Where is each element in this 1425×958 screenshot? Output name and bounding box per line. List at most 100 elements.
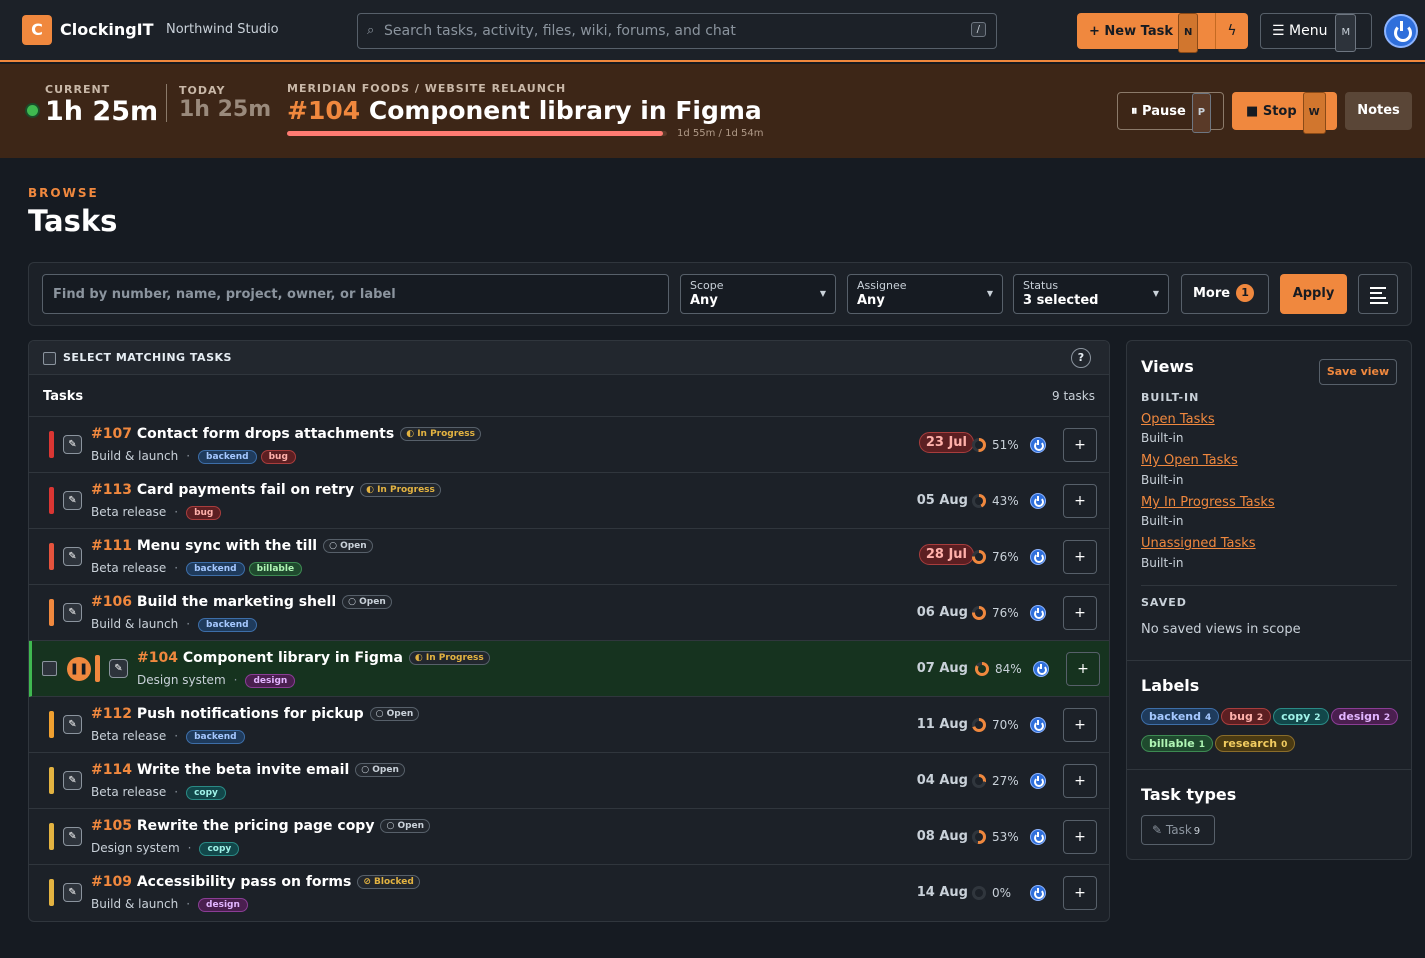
label-chip[interactable]: bug — [260, 450, 296, 464]
label-chip[interactable]: copy — [186, 786, 226, 800]
table-row[interactable]: ✎ #112 Push notifications for pickup ○ Ope… — [29, 697, 1109, 753]
project-name[interactable]: Beta release — [91, 785, 166, 799]
table-row[interactable]: ✎ #113 Card payments fail on retry ◐ In Pr… — [29, 473, 1109, 529]
bolt-icon[interactable]: ϟ — [1215, 13, 1248, 49]
org-name[interactable]: Northwind Studio — [166, 22, 279, 37]
pause-button[interactable]: ⏸ Pause P — [1117, 92, 1224, 133]
label-chip[interactable]: backend — [186, 730, 245, 744]
task-title[interactable]: #109 Accessibility pass on forms ⊘ Blocke… — [91, 874, 420, 890]
project-name[interactable]: Beta release — [91, 561, 166, 575]
label-chip-research[interactable]: research 0 — [1214, 735, 1296, 752]
label-chip[interactable]: bug — [186, 506, 222, 520]
table-row[interactable]: ✎ #109 Accessibility pass on forms ⊘ Block… — [29, 865, 1109, 921]
task-title[interactable]: #105 Rewrite the pricing page copy ○ Open — [91, 818, 431, 834]
select-all-checkbox[interactable] — [43, 352, 56, 365]
more-filters-button[interactable]: More 1 — [1181, 274, 1269, 314]
table-row[interactable]: ✎ #107 Contact form drops attachments ◐ In… — [29, 417, 1109, 473]
view-link-my-open-tasks[interactable]: My Open Tasks — [1141, 453, 1238, 468]
add-button[interactable]: + — [1063, 820, 1097, 854]
power-icon[interactable] — [1030, 885, 1046, 901]
edit-icon[interactable]: ✎ — [63, 603, 82, 622]
task-title[interactable]: #113 Card payments fail on retry ◐ In Pro… — [91, 482, 441, 498]
power-icon[interactable] — [1030, 549, 1046, 565]
select-all-label[interactable]: SELECT MATCHING TASKS — [63, 351, 232, 364]
label-chip-copy[interactable]: copy 2 — [1273, 708, 1329, 725]
edit-icon[interactable]: ✎ — [63, 827, 82, 846]
table-row[interactable]: ❚❚ ✎ #104 Component library in Figma ◐ In P… — [29, 641, 1109, 697]
task-filter-input[interactable] — [42, 274, 669, 314]
scope-select[interactable]: Scope Any ▼ — [680, 274, 836, 314]
help-icon[interactable]: ? — [1071, 348, 1091, 368]
add-button[interactable]: + — [1063, 540, 1097, 574]
edit-icon[interactable]: ✎ — [63, 771, 82, 790]
edit-icon[interactable]: ✎ — [63, 435, 82, 454]
apply-button[interactable]: Apply — [1280, 274, 1347, 314]
power-icon[interactable] — [1030, 493, 1046, 509]
task-title[interactable]: #107 Contact form drops attachments ◐ In … — [91, 426, 481, 442]
project-name[interactable]: Beta release — [91, 505, 166, 519]
edit-icon[interactable]: ✎ — [63, 883, 82, 902]
label-chip[interactable]: backend — [186, 562, 245, 576]
breadcrumb[interactable]: MERIDIAN FOODS / WEBSITE RELAUNCH — [287, 82, 566, 95]
current-task-title[interactable]: #104 Component library in Figma — [287, 96, 762, 125]
project-name[interactable]: Build & launch — [91, 897, 178, 911]
label-chip-backend[interactable]: backend 4 — [1141, 708, 1220, 725]
project-name[interactable]: Beta release — [91, 729, 166, 743]
save-view-button[interactable]: Save view — [1319, 359, 1397, 385]
edit-icon[interactable]: ✎ — [63, 715, 82, 734]
edit-icon[interactable]: ✎ — [63, 491, 82, 510]
power-icon[interactable] — [1030, 717, 1046, 733]
label-chip[interactable]: copy — [199, 842, 240, 856]
global-search-input[interactable] — [384, 14, 944, 48]
view-link-my-in-progress[interactable]: My In Progress Tasks — [1141, 495, 1275, 510]
status-select[interactable]: Status 3 selected ▼ — [1013, 274, 1169, 314]
label-chip-bug[interactable]: bug 2 — [1221, 708, 1272, 725]
app-logo[interactable]: C — [22, 15, 52, 45]
add-button[interactable]: + — [1063, 428, 1097, 462]
view-link-open-tasks[interactable]: Open Tasks — [1141, 412, 1215, 427]
task-title[interactable]: #106 Build the marketing shell ○ Open — [91, 594, 392, 610]
task-title[interactable]: #114 Write the beta invite email ○ Open — [91, 762, 405, 778]
label-chip[interactable]: design — [198, 898, 248, 912]
power-icon[interactable] — [1030, 437, 1046, 453]
label-chip[interactable]: design — [245, 674, 296, 688]
label-chip-billable[interactable]: billable 1 — [1141, 735, 1213, 752]
new-task-button[interactable]: + New Task N — [1077, 13, 1215, 53]
power-icon[interactable] — [1030, 773, 1046, 789]
global-search[interactable]: ⌕ / — [357, 13, 997, 49]
task-title[interactable]: #111 Menu sync with the till ○ Open — [91, 538, 373, 554]
row-checkbox[interactable] — [42, 661, 57, 676]
label-chip[interactable]: billable — [248, 562, 303, 576]
label-chip-design[interactable]: design 2 — [1330, 708, 1399, 725]
power-icon[interactable] — [1030, 829, 1046, 845]
edit-icon[interactable]: ✎ — [63, 547, 82, 566]
label-chip[interactable]: backend — [198, 450, 257, 464]
label-chip[interactable]: backend — [198, 618, 257, 632]
task-title[interactable]: #104 Component library in Figma ◐ In Prog… — [137, 650, 490, 666]
power-icon[interactable] — [1033, 661, 1049, 677]
add-button[interactable]: + — [1063, 484, 1097, 518]
notes-button[interactable]: Notes — [1345, 92, 1412, 130]
power-icon[interactable] — [1030, 605, 1046, 621]
edit-icon[interactable]: ✎ — [109, 659, 128, 678]
table-row[interactable]: ✎ #111 Menu sync with the till ○ Open Beta … — [29, 529, 1109, 585]
assignee-select[interactable]: Assignee Any ▼ — [847, 274, 1003, 314]
add-button[interactable]: + — [1063, 876, 1097, 910]
add-button[interactable]: + — [1063, 764, 1097, 798]
task-type-chip[interactable]: ✎ Task 9 — [1141, 815, 1215, 845]
project-name[interactable]: Build & launch — [91, 617, 178, 631]
task-title[interactable]: #112 Push notifications for pickup ○ Open — [91, 706, 420, 722]
project-name[interactable]: Design system — [137, 673, 226, 687]
columns-icon[interactable] — [1358, 274, 1398, 314]
table-row[interactable]: ✎ #106 Build the marketing shell ○ Open Bui… — [29, 585, 1109, 641]
table-row[interactable]: ✎ #114 Write the beta invite email ○ Open B… — [29, 753, 1109, 809]
project-name[interactable]: Design system — [91, 841, 180, 855]
power-icon[interactable] — [1384, 14, 1418, 48]
project-name[interactable]: Build & launch — [91, 449, 178, 463]
table-row[interactable]: ✎ #105 Rewrite the pricing page copy ○ Ope… — [29, 809, 1109, 865]
pause-timer-icon[interactable]: ❚❚ — [67, 657, 91, 681]
menu-button[interactable]: ☰ Menu M — [1260, 13, 1372, 52]
add-button[interactable]: + — [1066, 652, 1100, 686]
stop-button[interactable]: ■ Stop W — [1232, 92, 1337, 134]
app-name[interactable]: ClockingIT — [60, 20, 154, 39]
